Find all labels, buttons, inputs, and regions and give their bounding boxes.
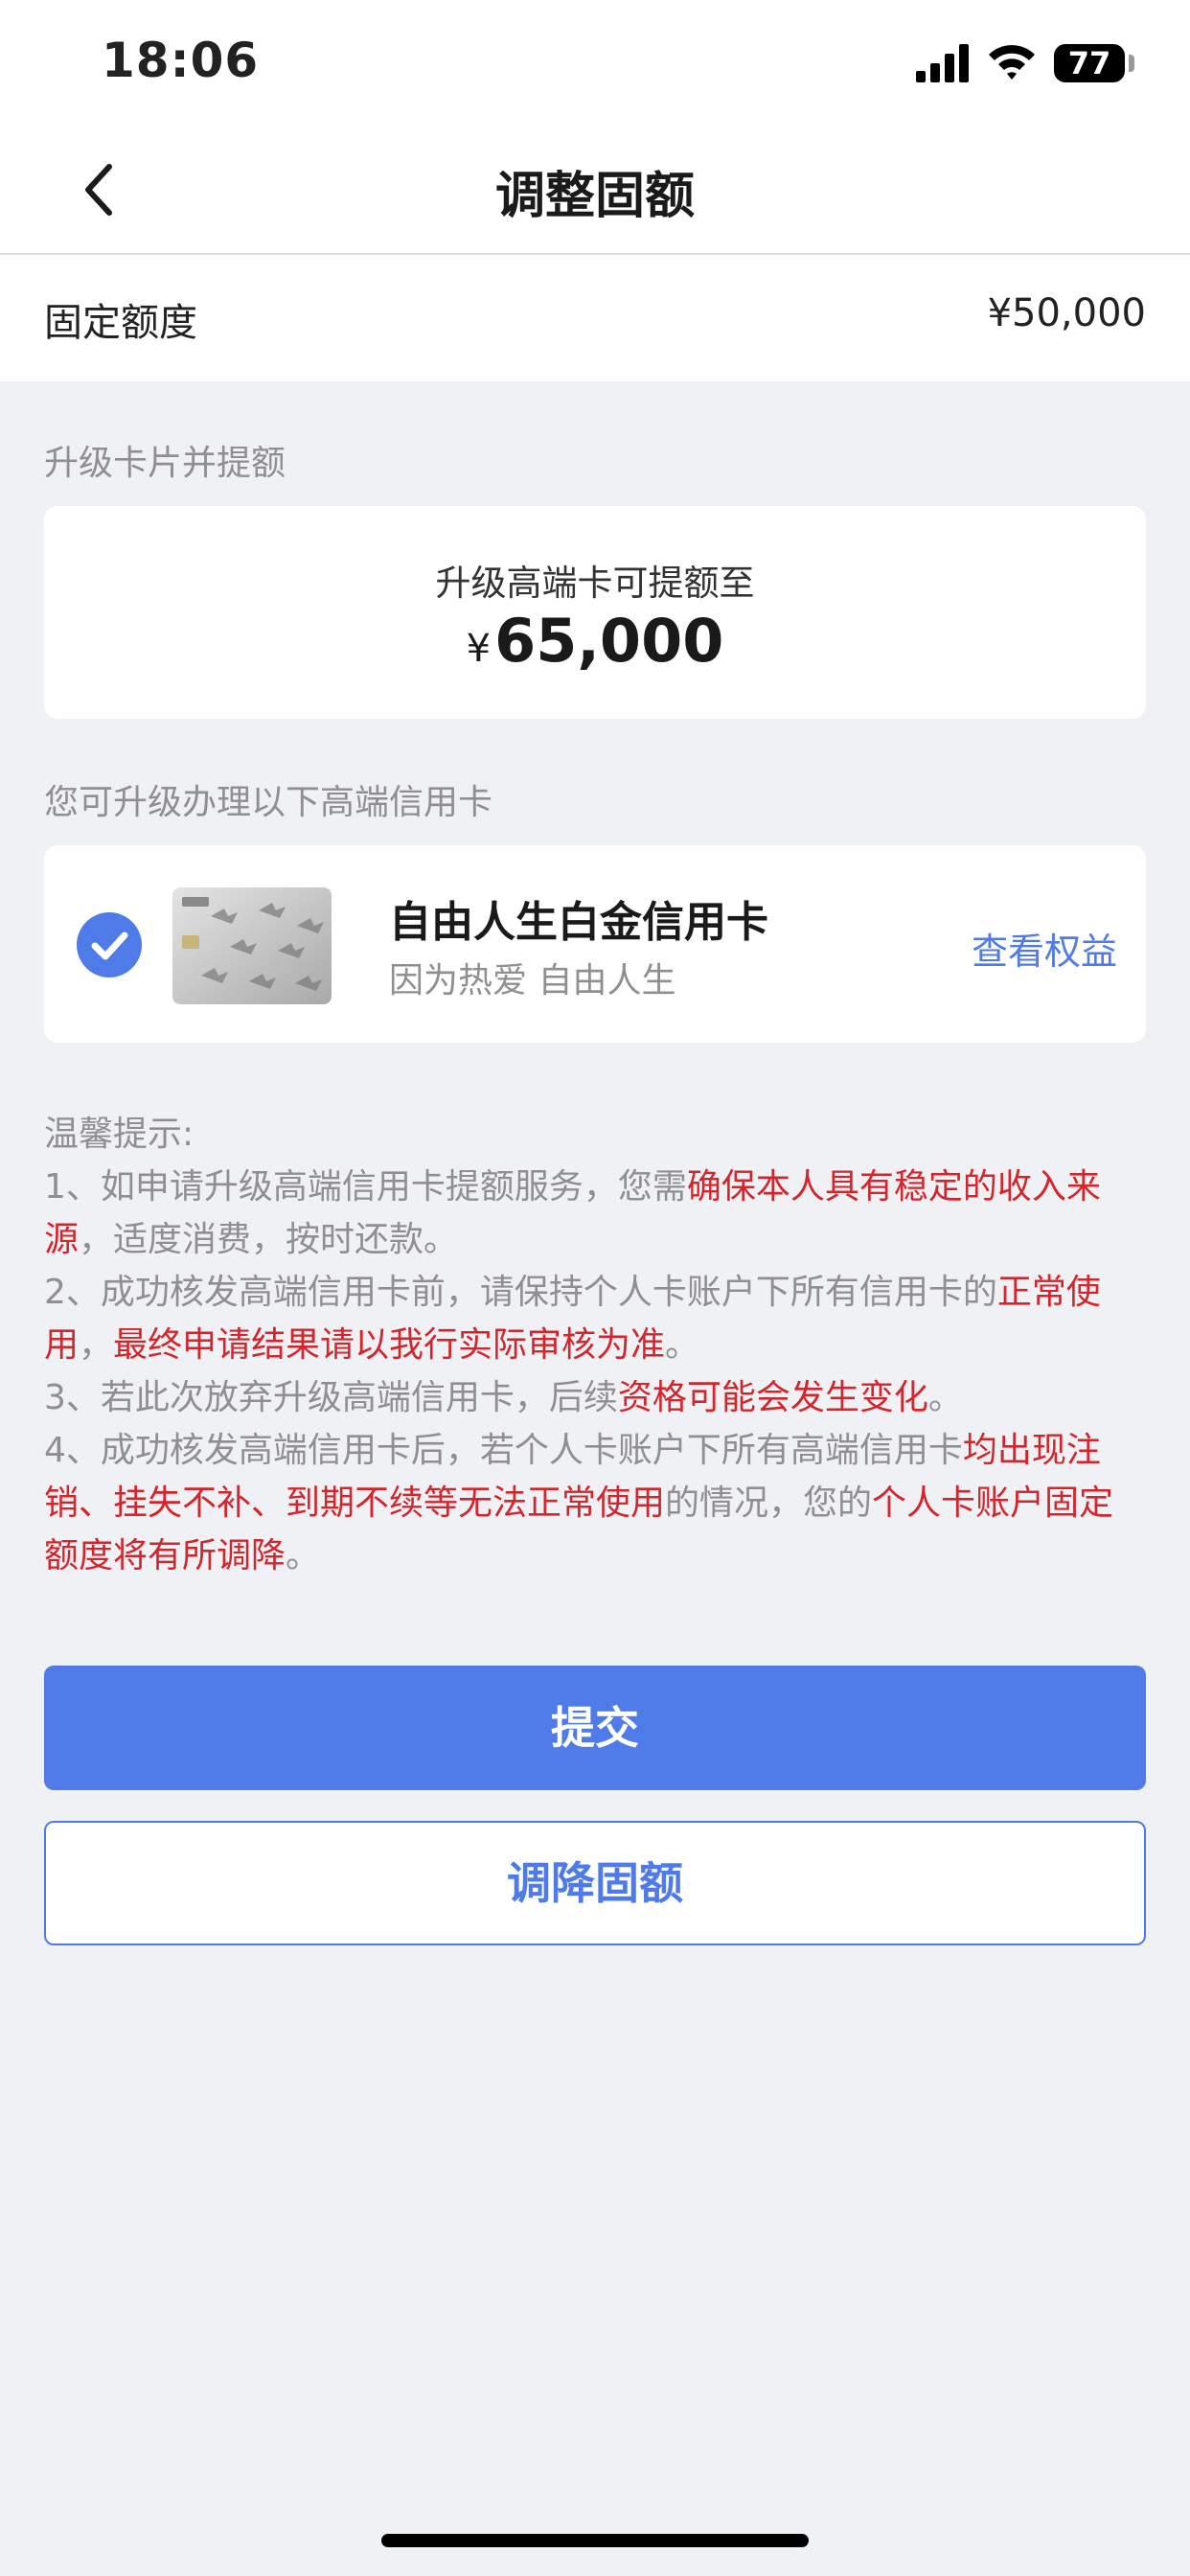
upgrade-amount-card: 升级高端卡可提额至 ¥65,000 — [44, 506, 1146, 719]
nav-bar: 调整固额 — [0, 125, 1190, 255]
tip-text: 1、如申请升级高端信用卡提额服务，您需 — [44, 1167, 687, 1207]
tip-text: 。 — [665, 1325, 700, 1365]
tip-highlight-text: 资格可能会发生变化 — [617, 1378, 928, 1417]
tip-item: 3、若此次放弃升级高端信用卡，后续资格可能会发生变化。 — [44, 1371, 1146, 1424]
upgrade-amount: ¥65,000 — [44, 606, 1146, 676]
tip-item: 1、如申请升级高端信用卡提额服务，您需确保本人具有稳定的收入来源，适度消费，按时… — [44, 1161, 1146, 1266]
signal-icon — [916, 44, 969, 82]
card-section-label: 您可升级办理以下高端信用卡 — [44, 783, 493, 822]
tip-item: 4、成功核发高端信用卡后，若个人卡账户下所有高端信用卡均出现注销、挂失不补、到期… — [44, 1424, 1146, 1582]
tip-text: 的情况，您的 — [665, 1484, 873, 1523]
upgrade-subtitle: 升级高端卡可提额至 — [435, 563, 755, 604]
check-circle-icon[interactable] — [77, 912, 142, 978]
tips-title: 温馨提示: — [44, 1115, 195, 1154]
tip-text: 2、成功核发高端信用卡前，请保持个人卡账户下所有信用卡的 — [44, 1273, 997, 1312]
tip-item: 2、成功核发高端信用卡前，请保持个人卡账户下所有信用卡的正常使用，最终申请结果请… — [44, 1266, 1146, 1371]
status-bar: 18:06 77 — [0, 0, 1190, 125]
fixed-limit-value: ¥50,000 — [987, 291, 1146, 335]
tip-text: 4、成功核发高端信用卡后，若个人卡账户下所有高端信用卡 — [44, 1431, 963, 1470]
battery-tip — [1129, 55, 1134, 72]
currency-symbol: ¥ — [466, 627, 492, 671]
tip-text: 。 — [286, 1536, 321, 1576]
wifi-icon — [989, 45, 1035, 80]
lower-limit-button[interactable]: 调降固额 — [44, 1821, 1146, 1945]
status-time: 18:06 — [102, 33, 260, 88]
home-indicator — [381, 2534, 809, 2547]
submit-button[interactable]: 提交 — [44, 1666, 1146, 1790]
tip-text: ， — [79, 1325, 114, 1365]
battery-icon: 77 — [1054, 44, 1125, 82]
card-name: 自由人生白金信用卡 — [389, 898, 768, 947]
tip-text: ，适度消费，按时还款。 — [79, 1220, 459, 1259]
upgrade-amount-value: 65,000 — [494, 606, 724, 676]
upgrade-section-label: 升级卡片并提额 — [44, 444, 286, 483]
fixed-limit-label: 固定额度 — [44, 301, 197, 345]
tip-text: 3、若此次放弃升级高端信用卡，后续 — [44, 1378, 618, 1417]
view-benefits-link[interactable]: 查看权益 — [972, 922, 1117, 975]
credit-card-image — [172, 887, 332, 1004]
tip-highlight-text: 最终申请结果请以我行实际审核为准 — [113, 1325, 666, 1365]
card-slogan: 因为热爱 自由人生 — [389, 961, 676, 1000]
fixed-limit-row: 固定额度 ¥50,000 — [0, 255, 1190, 381]
tip-text: 。 — [927, 1378, 963, 1417]
card-option[interactable]: 自由人生白金信用卡 因为热爱 自由人生 查看权益 — [44, 845, 1146, 1043]
tips-section: 温馨提示: 1、如申请升级高端信用卡提额服务，您需确保本人具有稳定的收入来源，适… — [44, 1108, 1146, 1582]
page-title: 调整固额 — [494, 168, 695, 225]
